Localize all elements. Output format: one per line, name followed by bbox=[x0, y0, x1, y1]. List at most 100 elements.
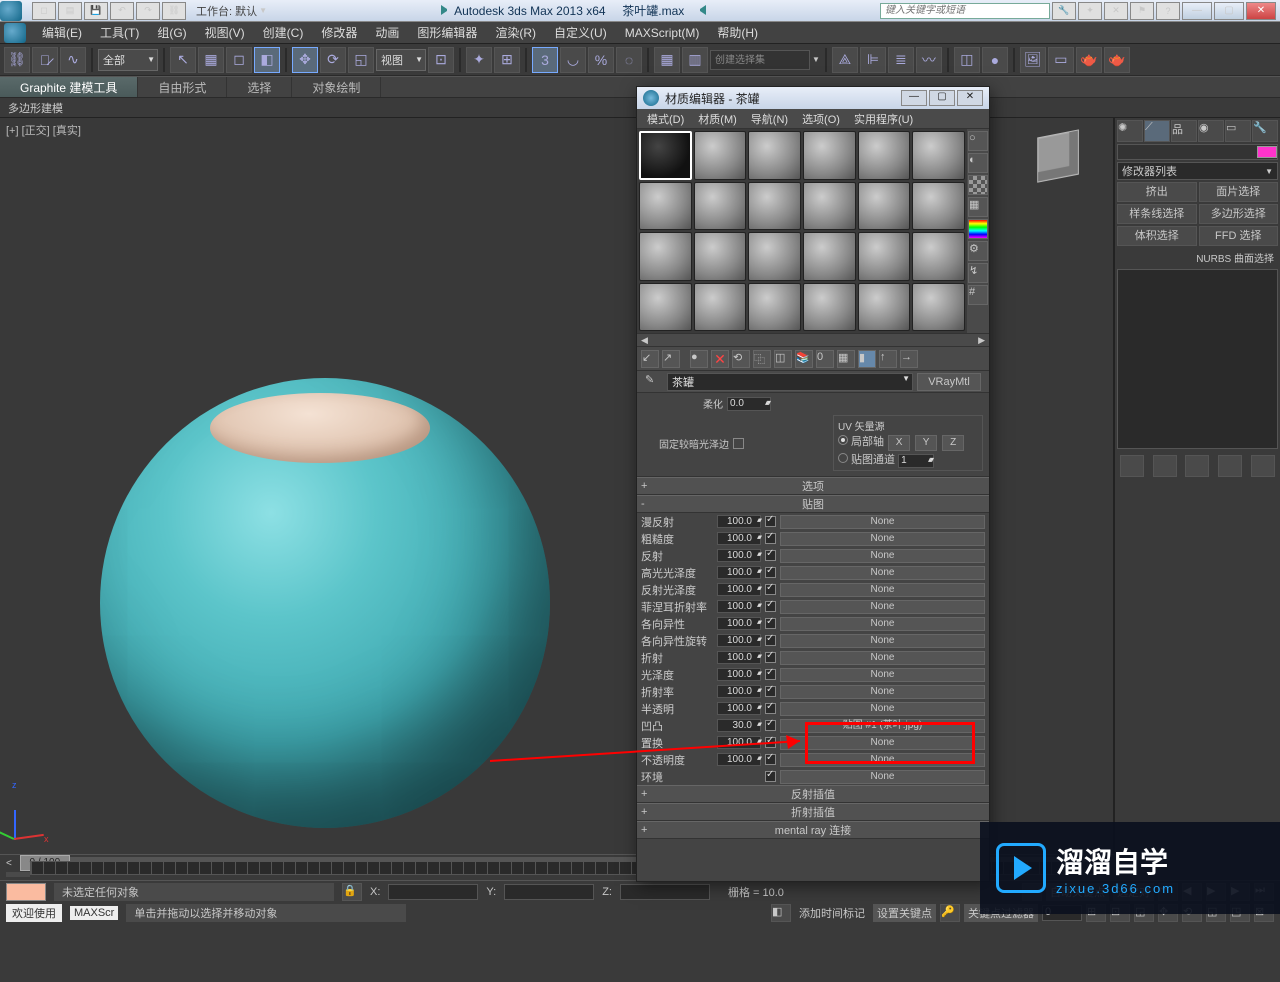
map-enable[interactable] bbox=[765, 703, 776, 714]
mod-patchsel[interactable]: 面片选择 bbox=[1199, 182, 1279, 202]
map-enable[interactable] bbox=[765, 635, 776, 646]
rollout-mentalray[interactable]: +mental ray 连接 bbox=[637, 821, 989, 839]
menu-render[interactable]: 渲染(R) bbox=[487, 22, 544, 43]
map-amount[interactable]: 100.0 bbox=[717, 702, 761, 715]
tool-link[interactable]: ⛓ bbox=[4, 47, 30, 73]
maxscr-label[interactable]: MAXScr bbox=[70, 906, 118, 920]
coord-z[interactable] bbox=[620, 884, 710, 900]
tool-schematic[interactable]: ◫ bbox=[954, 47, 980, 73]
app-menu-icon[interactable] bbox=[4, 23, 26, 43]
map-slot-button[interactable]: None bbox=[780, 566, 985, 580]
slot-12[interactable] bbox=[912, 182, 965, 231]
slot-7[interactable] bbox=[639, 182, 692, 231]
slot-19[interactable] bbox=[639, 283, 692, 332]
map-slot-button[interactable]: None bbox=[780, 702, 985, 716]
rollout-refr[interactable]: +折射插值 bbox=[637, 803, 989, 821]
st-backlight[interactable]: ◐ bbox=[968, 153, 988, 173]
material-type[interactable]: VRayMtl bbox=[917, 373, 981, 391]
qab-link[interactable]: ⛓ bbox=[162, 2, 186, 20]
addtime-btn[interactable]: 添加时间标记 bbox=[799, 905, 865, 921]
uv-y[interactable]: Y bbox=[915, 435, 937, 451]
qab-save[interactable]: 💾 bbox=[84, 2, 108, 20]
map-amount[interactable]: 100.0 bbox=[717, 566, 761, 579]
slot-16[interactable] bbox=[803, 232, 856, 281]
map-slot-button[interactable]: None bbox=[780, 685, 985, 699]
tool-curve[interactable]: 〰 bbox=[916, 47, 942, 73]
map-slot-button[interactable]: None bbox=[780, 753, 985, 767]
mm-mat[interactable]: 材质(M) bbox=[692, 110, 743, 128]
slot-18[interactable] bbox=[912, 232, 965, 281]
map-enable[interactable] bbox=[765, 652, 776, 663]
tool-keymode[interactable]: ⊞ bbox=[494, 47, 520, 73]
tool-window[interactable]: ◧ bbox=[254, 47, 280, 73]
tool-align[interactable]: ⊫ bbox=[860, 47, 886, 73]
slot-1[interactable] bbox=[639, 131, 692, 180]
mod-volsel[interactable]: 体积选择 bbox=[1117, 226, 1197, 246]
tool-unlink[interactable]: ⛓̷ bbox=[32, 47, 58, 73]
lock-icon[interactable]: 🔒 bbox=[342, 883, 362, 901]
menu-views[interactable]: 视图(V) bbox=[197, 22, 253, 43]
object-teapot-lid[interactable] bbox=[210, 393, 430, 463]
map-slot-button[interactable]: None bbox=[780, 668, 985, 682]
viewport-label[interactable]: [+] [正交] [真实] bbox=[6, 122, 81, 138]
mt-copy[interactable]: ⿻ bbox=[753, 350, 771, 368]
slot-11[interactable] bbox=[858, 182, 911, 231]
map-enable[interactable] bbox=[765, 601, 776, 612]
tool-select[interactable]: ↖ bbox=[170, 47, 196, 73]
slot-9[interactable] bbox=[748, 182, 801, 231]
help-search[interactable] bbox=[880, 3, 1050, 19]
tool-nsel[interactable]: ▦ bbox=[654, 47, 680, 73]
mod-splinesel[interactable]: 样条线选择 bbox=[1117, 204, 1197, 224]
setkey-btn[interactable]: 设置关键点 bbox=[873, 904, 936, 922]
map-enable[interactable] bbox=[765, 737, 776, 748]
stack-config[interactable] bbox=[1251, 455, 1275, 477]
map-enable[interactable] bbox=[765, 771, 776, 782]
cmd-tab-modify[interactable]: ⟋ bbox=[1144, 120, 1170, 142]
rollout-maps[interactable]: -贴图 bbox=[637, 495, 989, 513]
tool-psnap[interactable]: % bbox=[588, 47, 614, 73]
slot-20[interactable] bbox=[694, 283, 747, 332]
tool-nsel2[interactable]: ▥ bbox=[682, 47, 708, 73]
ribbon-tab-freeform[interactable]: 自由形式 bbox=[138, 77, 227, 97]
st-opts[interactable]: ⚙ bbox=[968, 241, 988, 261]
workspace-label[interactable]: 工作台: 默认 bbox=[196, 3, 257, 19]
map-enable[interactable] bbox=[765, 669, 776, 680]
st-mapid[interactable]: # bbox=[968, 285, 988, 305]
tb-tool4[interactable]: ⚑ bbox=[1130, 2, 1154, 20]
map-amount[interactable]: 100.0 bbox=[717, 685, 761, 698]
tool-rsetup[interactable]: 🖼 bbox=[1020, 47, 1046, 73]
cmd-tab-hier[interactable]: 品 bbox=[1171, 120, 1197, 142]
menu-help[interactable]: 帮助(H) bbox=[709, 22, 766, 43]
map-slot-button[interactable]: 贴图 #1 (茶叶.jpg) bbox=[780, 719, 985, 733]
mod-extrude[interactable]: 挤出 bbox=[1117, 182, 1197, 202]
map-enable[interactable] bbox=[765, 618, 776, 629]
map-enable[interactable] bbox=[765, 516, 776, 527]
menu-create[interactable]: 创建(C) bbox=[255, 22, 312, 43]
tool-selrect[interactable]: ◻ bbox=[226, 47, 252, 73]
tool-selname[interactable]: ▦ bbox=[198, 47, 224, 73]
uv-mapch-radio[interactable] bbox=[838, 453, 848, 463]
map-slot-button[interactable]: None bbox=[780, 770, 985, 784]
menu-anim[interactable]: 动画 bbox=[367, 22, 407, 43]
mt-goparent[interactable]: ↑ bbox=[879, 350, 897, 368]
map-slot-button[interactable]: None bbox=[780, 532, 985, 546]
tool-qrender[interactable]: 🫖 bbox=[1104, 47, 1130, 73]
mod-ffdsel[interactable]: FFD 选择 bbox=[1199, 226, 1279, 246]
coord-x[interactable] bbox=[388, 884, 478, 900]
mod-nurbs[interactable]: NURBS 曲面选择 bbox=[1117, 248, 1278, 267]
mt-get[interactable]: ↙ bbox=[641, 350, 659, 368]
map-amount[interactable]: 100.0 bbox=[717, 668, 761, 681]
tb-tool1[interactable]: 🔧 bbox=[1052, 2, 1076, 20]
cmd-tab-create[interactable]: ✺ bbox=[1117, 120, 1143, 142]
tool-snap[interactable]: 3 bbox=[532, 47, 558, 73]
tool-move[interactable]: ✥ bbox=[292, 47, 318, 73]
tool-manip[interactable]: ✦ bbox=[466, 47, 492, 73]
tool-asnap[interactable]: ◡ bbox=[560, 47, 586, 73]
uv-x[interactable]: X bbox=[888, 435, 910, 451]
tool-scale[interactable]: ◱ bbox=[348, 47, 374, 73]
map-enable[interactable] bbox=[765, 720, 776, 731]
tool-layer[interactable]: ≣ bbox=[888, 47, 914, 73]
map-slot-button[interactable]: None bbox=[780, 583, 985, 597]
slot-3[interactable] bbox=[748, 131, 801, 180]
mod-polysel[interactable]: 多边形选择 bbox=[1199, 204, 1279, 224]
